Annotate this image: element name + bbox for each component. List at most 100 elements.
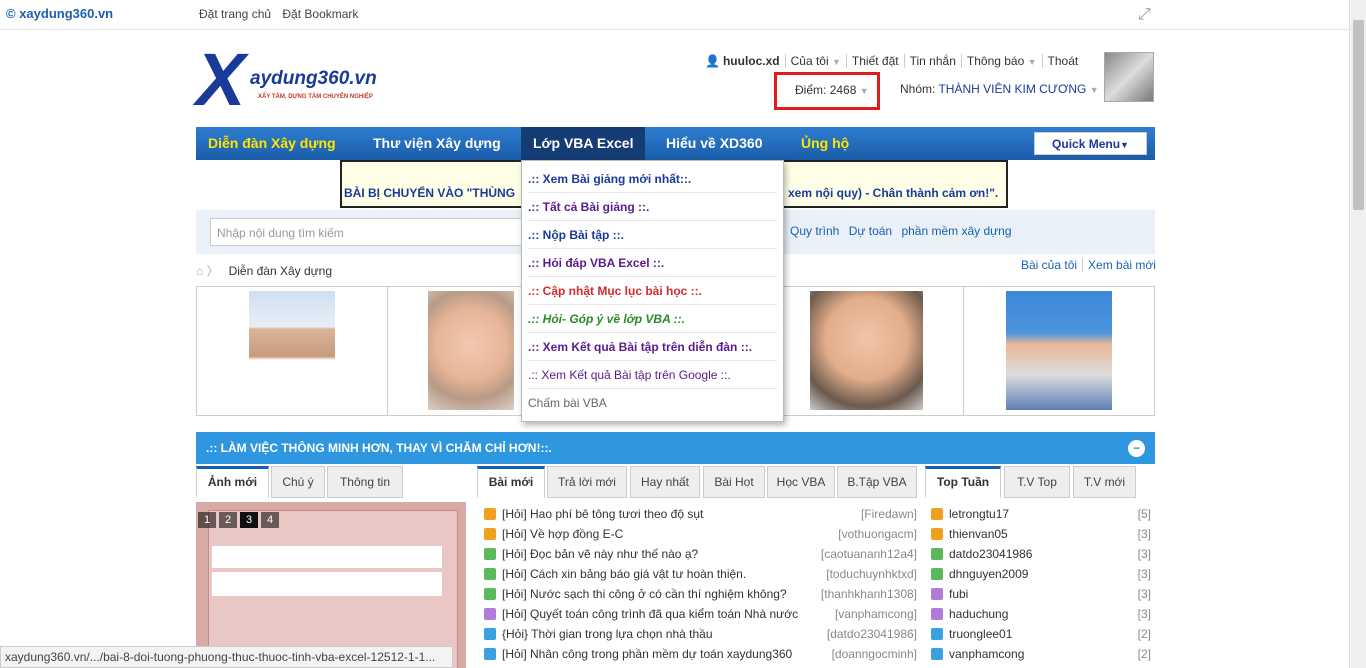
- list-item[interactable]: dhnguyen2009 [3]: [931, 564, 1151, 584]
- breadcrumb-current[interactable]: Diễn đàn Xây dựng: [229, 264, 332, 278]
- tab-new-members[interactable]: T.V mới: [1073, 466, 1136, 498]
- post-title[interactable]: {Hỏi} Thời gian trong lựa chọn nhà thầu: [502, 627, 713, 641]
- top-user-name[interactable]: datdo23041986: [949, 547, 1032, 561]
- top-user-name[interactable]: haduchung: [949, 607, 1008, 621]
- tab-best[interactable]: Hay nhất: [630, 466, 700, 498]
- tab-top-week[interactable]: Top Tuần: [925, 466, 1001, 498]
- top-user-name[interactable]: dhnguyen2009: [949, 567, 1028, 581]
- list-item[interactable]: [Hỏi] Quyết toán công trình đã qua kiểm …: [484, 604, 919, 624]
- post-title[interactable]: [Hỏi] Nước sạch thi công ở có cần thí ng…: [502, 587, 787, 601]
- menu-item-feedback[interactable]: .:: Hỏi- Góp ý về lớp VBA ::.: [528, 305, 777, 333]
- tab-notice[interactable]: Chú ý: [271, 466, 325, 498]
- list-item[interactable]: haduchung [3]: [931, 604, 1151, 624]
- list-item[interactable]: fubi [3]: [931, 584, 1151, 604]
- nav-library[interactable]: Thư viện Xây dựng: [361, 127, 513, 160]
- tag-du-toan[interactable]: Dự toán: [849, 224, 892, 238]
- tab-new-posts[interactable]: Bài mới: [477, 466, 545, 498]
- nav-forum[interactable]: Diễn đàn Xây dựng: [196, 127, 348, 160]
- list-item[interactable]: thienvan05 [3]: [931, 524, 1151, 544]
- post-author[interactable]: [doanngocminh]: [832, 644, 917, 664]
- messages-link[interactable]: Tin nhắn: [904, 54, 962, 68]
- post-author[interactable]: [thanhkhanh1308]: [821, 584, 917, 604]
- top-user-name[interactable]: truonglee01: [949, 627, 1012, 641]
- member-photo[interactable]: [249, 291, 335, 410]
- notifications-menu[interactable]: Thông báo ▼: [961, 54, 1043, 68]
- post-author[interactable]: [vothuongacm]: [838, 524, 917, 544]
- nav-about[interactable]: Hiểu về XD360: [654, 127, 775, 160]
- menu-item-results-forum[interactable]: .:: Xem Kết quả Bài tập trên diễn đàn ::…: [528, 333, 777, 361]
- top-user-name[interactable]: vanphamcong: [949, 647, 1024, 661]
- post-title[interactable]: [Hỏi] Hao phí bê tông tươi theo độ sụt: [502, 507, 703, 521]
- site-brand-link[interactable]: © xaydung360.vn: [6, 6, 113, 21]
- tab-info[interactable]: Thông tin: [327, 466, 403, 498]
- slider-page-4[interactable]: 4: [261, 512, 279, 528]
- slider-page-2[interactable]: 2: [219, 512, 237, 528]
- post-author[interactable]: [datdo23041986]: [827, 624, 917, 644]
- points-box[interactable]: Điểm: 2468 ▼: [774, 72, 880, 110]
- post-title[interactable]: [Hỏi] Về hợp đồng E-C: [502, 527, 623, 541]
- nav-vba-excel[interactable]: Lớp VBA Excel: [521, 127, 646, 160]
- list-item[interactable]: [Hỏi] Nhân công trong phần mềm dự toán x…: [484, 644, 919, 664]
- collapse-icon[interactable]: −: [1128, 440, 1145, 457]
- expand-icon[interactable]: ⤢: [1138, 6, 1151, 24]
- member-photo[interactable]: [428, 291, 514, 410]
- set-homepage-link[interactable]: Đặt trang chủ: [199, 7, 271, 21]
- post-author[interactable]: [caotuananh12a4]: [821, 544, 917, 564]
- username-link[interactable]: 👤 huuloc.xd: [700, 54, 786, 68]
- menu-item-submit-homework[interactable]: .:: Nộp Bài tập ::.: [528, 221, 777, 249]
- tab-top-members[interactable]: T.V Top: [1004, 466, 1070, 498]
- top-user-name[interactable]: fubi: [949, 587, 968, 601]
- post-title[interactable]: [Hỏi] Quyết toán công trình đã qua kiểm …: [502, 607, 798, 621]
- list-item[interactable]: truonglee01 [2]: [931, 624, 1151, 644]
- my-posts-link[interactable]: Bài của tôi: [1016, 258, 1084, 272]
- menu-item-all-lessons[interactable]: .:: Tất cả Bài giảng ::.: [528, 193, 777, 221]
- member-photo[interactable]: [810, 291, 923, 410]
- post-title[interactable]: [Hỏi] Đọc bản vẽ này như thế nào ạ?: [502, 547, 698, 561]
- list-item[interactable]: [Hỏi] Nước sạch thi công ở có cần thí ng…: [484, 584, 919, 604]
- logout-link[interactable]: Thoát: [1043, 54, 1084, 68]
- list-item[interactable]: [Hỏi] Về hợp đồng E-C [vothuongacm]: [484, 524, 919, 544]
- search-input[interactable]: Nhập nội dung tìm kiếm: [210, 218, 530, 246]
- post-title[interactable]: [Hỏi] Nhân công trong phần mềm dự toán x…: [502, 647, 792, 661]
- list-item[interactable]: [Hỏi] Đọc bản vẽ này như thế nào ạ? [caot…: [484, 544, 919, 564]
- group-info[interactable]: Nhóm: THÀNH VIÊN KIM CƯƠNG ▼: [900, 82, 1099, 96]
- member-photo[interactable]: [1006, 291, 1112, 410]
- slider-page-3[interactable]: 3: [240, 512, 258, 528]
- list-item[interactable]: {Hỏi} Thời gian trong lựa chọn nhà thầu […: [484, 624, 919, 644]
- top-user-name[interactable]: thienvan05: [949, 527, 1008, 541]
- avatar[interactable]: [1104, 52, 1154, 102]
- site-logo[interactable]: X aydung360.vn XÂY TÂM, DỰNG TẦM CHUYÊN …: [196, 40, 406, 120]
- list-item[interactable]: [Hỏi] Hao phí bê tông tươi theo độ sụt [F…: [484, 504, 919, 524]
- nav-support[interactable]: Ủng hộ: [789, 127, 861, 160]
- tab-vba-exercises[interactable]: B.Tập VBA: [837, 466, 917, 498]
- slider-page-1[interactable]: 1: [198, 512, 216, 528]
- menu-item-latest-lessons[interactable]: .:: Xem Bài giảng mới nhất::.: [528, 165, 777, 193]
- new-posts-link[interactable]: Xem bài mới: [1083, 258, 1161, 272]
- tab-hot[interactable]: Bài Hot: [703, 466, 765, 498]
- quick-menu-button[interactable]: Quick Menu▼: [1034, 132, 1147, 155]
- list-item[interactable]: vanphamcong [2]: [931, 644, 1151, 664]
- list-item[interactable]: letrongtu17 [5]: [931, 504, 1151, 524]
- scrollbar[interactable]: [1349, 0, 1366, 668]
- my-items-menu[interactable]: Của tôi ▼: [785, 54, 847, 68]
- post-title[interactable]: [Hỏi] Cách xin bảng báo giá vật tư hoàn …: [502, 567, 746, 581]
- scrollbar-thumb[interactable]: [1353, 20, 1364, 210]
- list-item[interactable]: [Hỏi] Cách xin bảng báo giá vật tư hoàn …: [484, 564, 919, 584]
- menu-item-results-google[interactable]: .:: Xem Kết quả Bài tập trên Google ::.: [528, 361, 777, 389]
- tag-phan-mem[interactable]: phần mềm xây dựng: [901, 224, 1011, 238]
- post-author[interactable]: [toduchuynhktxd]: [826, 564, 917, 584]
- tab-learn-vba[interactable]: Học VBA: [767, 466, 835, 498]
- list-item[interactable]: datdo23041986 [3]: [931, 544, 1151, 564]
- tag-quy-trinh[interactable]: Quy trình: [790, 224, 839, 238]
- post-author[interactable]: [Firedawn]: [861, 504, 917, 524]
- post-author[interactable]: [vanphamcong]: [835, 604, 917, 624]
- tab-new-replies[interactable]: Trả lời mới: [547, 466, 627, 498]
- home-icon[interactable]: ⌂ 〉: [196, 264, 219, 278]
- tab-new-images[interactable]: Ảnh mới: [196, 466, 269, 498]
- settings-link[interactable]: Thiết đặt: [846, 54, 905, 68]
- new-image-slider[interactable]: 1234: [196, 502, 466, 668]
- menu-item-vba-qa[interactable]: .:: Hỏi đáp VBA Excel ::.: [528, 249, 777, 277]
- bookmark-link[interactable]: Đặt Bookmark: [282, 7, 358, 21]
- menu-item-update-index[interactable]: .:: Cập nhật Mục lục bài học ::.: [528, 277, 777, 305]
- menu-item-grade-vba[interactable]: Chấm bài VBA: [528, 389, 777, 417]
